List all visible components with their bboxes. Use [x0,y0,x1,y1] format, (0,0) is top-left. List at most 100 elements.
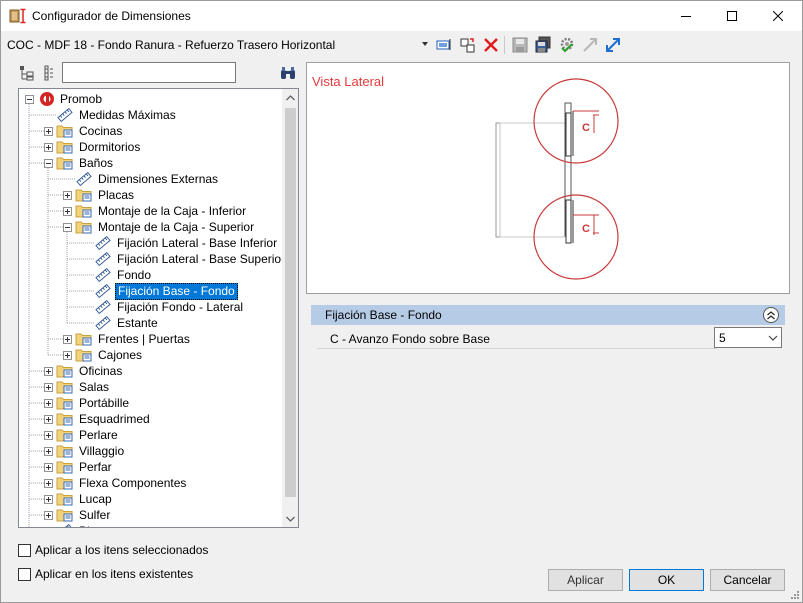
tree-node-fondo[interactable]: Fondo [82,267,153,283]
tree-node-fijacion-fondo-lateral[interactable]: Fijación Fondo - Lateral [82,299,245,315]
property-value-select[interactable]: 5 [714,327,782,348]
apply-button[interactable]: Aplicar [548,569,623,591]
list-view-mode-icon[interactable] [41,65,57,81]
expand-toggle-icon[interactable] [44,366,53,376]
expand-toggle-icon[interactable] [63,190,72,200]
tree-node-cajones[interactable]: Cajones [63,347,144,363]
tree-node-pl[interactable]: Pl... [44,523,102,527]
delete-icon[interactable] [482,36,500,54]
tree-node-dormitorios[interactable]: Dormitorios [44,139,142,155]
tree-node-label[interactable]: Fijación Lateral - Base Superior [115,252,282,267]
tree-node-oficinas[interactable]: Oficinas [44,363,124,379]
collapse-toggle-icon[interactable] [25,94,34,104]
tree-node-lucap[interactable]: Lucap [44,491,114,507]
expand-toggle-icon[interactable] [44,142,53,152]
tree-node-placas[interactable]: Placas [63,187,136,203]
tree-node-dimensiones-externas[interactable]: Dimensiones Externas [63,171,220,187]
select-frame-icon[interactable] [435,36,453,54]
tree-node-label[interactable]: Lucap [77,492,114,507]
tree-node-label[interactable]: Villaggio [77,444,126,459]
tree-node-fijacion-lateral-base-inferior[interactable]: Fijación Lateral - Base Inferior [82,235,279,251]
close-button[interactable] [755,1,801,31]
expand-toggle-icon[interactable] [44,462,53,472]
expand-toggle-icon[interactable] [63,334,72,344]
tree-node-label[interactable]: Salas [77,380,111,395]
tree-node-label[interactable]: Perfar [77,460,114,475]
tree-node-portabille[interactable]: Portábille [44,395,131,411]
collapse-toggle-icon[interactable] [44,158,53,168]
tree-node-sulfer[interactable]: Sulfer [44,507,112,523]
tree-node-perlare[interactable]: Perlare [44,427,120,443]
scroll-thumb[interactable] [285,108,296,497]
tree-node-esquadrimed[interactable]: Esquadrimed [44,411,152,427]
tree-node-medidas-maximas[interactable]: Medidas Máximas [44,107,178,123]
tree-node-label[interactable]: Esquadrimed [77,412,152,427]
tree-node-label[interactable]: Sulfer [77,508,112,523]
expand-toggle-icon[interactable] [44,414,53,424]
tree-node-fijacion-lateral-base-superior[interactable]: Fijación Lateral - Base Superior [82,251,282,267]
tree-node-label[interactable]: Fijación Base - Fondo [115,282,238,300]
tree-node-label[interactable]: Oficinas [77,364,124,379]
save-icon[interactable] [511,36,529,54]
expand-icon[interactable] [604,36,622,54]
minimize-button[interactable] [663,1,709,31]
resize-grip-icon[interactable] [790,590,800,600]
dimensions-tree[interactable]: Promob Medidas Máximas Cocinas Dormitorios B… [18,88,299,528]
apply-selected-checkbox[interactable] [18,543,31,557]
tree-node-label[interactable]: Fijación Lateral - Base Inferior [115,236,279,251]
apply-selected-label[interactable]: Aplicar a los itens seleccionados [35,543,208,557]
expand-toggle-icon[interactable] [44,494,53,504]
binoculars-search-icon[interactable] [280,65,296,81]
configuration-selector[interactable]: COC - MDF 18 - Fondo Ranura - Refuerzo T… [7,38,335,52]
tree-node-label[interactable]: Cajones [96,348,144,363]
expand-toggle-icon[interactable] [44,478,53,488]
expand-toggle-icon[interactable] [44,382,53,392]
tree-node-banos[interactable]: Baños [44,155,115,171]
tree-node-perfar[interactable]: Perfar [44,459,114,475]
tree-node-label[interactable]: Frentes | Puertas [96,332,192,347]
tree-node-label[interactable]: Portábille [77,396,131,411]
tree-node-label[interactable]: Perlare [77,428,120,443]
collapse-section-button[interactable] [763,307,779,323]
maximize-button[interactable] [709,1,755,31]
tree-search-input[interactable] [62,62,236,83]
settings-check-icon[interactable] [558,36,576,54]
scroll-down-button[interactable] [282,510,298,527]
expand-toggle-icon[interactable] [63,206,72,216]
collapse-icon[interactable] [581,36,599,54]
expand-toggle-icon[interactable] [44,398,53,408]
tree-node-label[interactable]: Flexa Componentes [77,476,188,491]
tree-node-salas[interactable]: Salas [44,379,111,395]
expand-toggle-icon[interactable] [44,510,53,520]
tree-node-estante[interactable]: Estante [82,315,160,331]
tree-node-label[interactable]: Cocinas [77,124,124,139]
tree-node-flexa-componentes[interactable]: Flexa Componentes [44,475,188,491]
save-all-icon[interactable] [534,36,552,54]
apply-existing-label[interactable]: Aplicar en los itens existentes [35,567,193,581]
scroll-up-button[interactable] [282,89,298,106]
collapse-toggle-icon[interactable] [63,222,72,232]
tree-node-label[interactable]: Montaje de la Caja - Inferior [96,204,248,219]
tree-node-label[interactable]: Estante [115,316,160,331]
expand-toggle-icon[interactable] [44,430,53,440]
tree-node-promob[interactable]: Promob [25,91,104,107]
tree-node-cocinas[interactable]: Cocinas [44,123,124,139]
tree-node-label[interactable]: Placas [96,188,136,203]
expand-toggle-icon[interactable] [63,350,72,360]
expand-toggle-icon[interactable] [44,446,53,456]
dropdown-arrow-icon[interactable] [422,42,428,46]
tree-node-label[interactable]: Baños [77,156,115,171]
tree-node-label[interactable]: Montaje de la Caja - Superior [96,220,256,235]
tree-node-frentes-puertas[interactable]: Frentes | Puertas [63,331,192,347]
tree-vertical-scrollbar[interactable] [282,89,298,527]
apply-existing-checkbox[interactable] [18,567,31,581]
expand-toggle-icon[interactable] [44,126,53,136]
apply-existing-option[interactable]: Aplicar en los itens existentes [18,566,193,582]
new-item-icon[interactable] [459,36,477,54]
tree-node-label[interactable]: Dimensiones Externas [96,172,220,187]
ok-button[interactable]: OK [629,569,704,591]
tree-node-label[interactable]: Medidas Máximas [77,108,178,123]
tree-node-label[interactable]: Pl... [77,524,102,527]
tree-node-montaje-de-la-caja-inferior[interactable]: Montaje de la Caja - Inferior [63,203,248,219]
property-section-header[interactable]: Fijación Base - Fondo [311,305,785,325]
